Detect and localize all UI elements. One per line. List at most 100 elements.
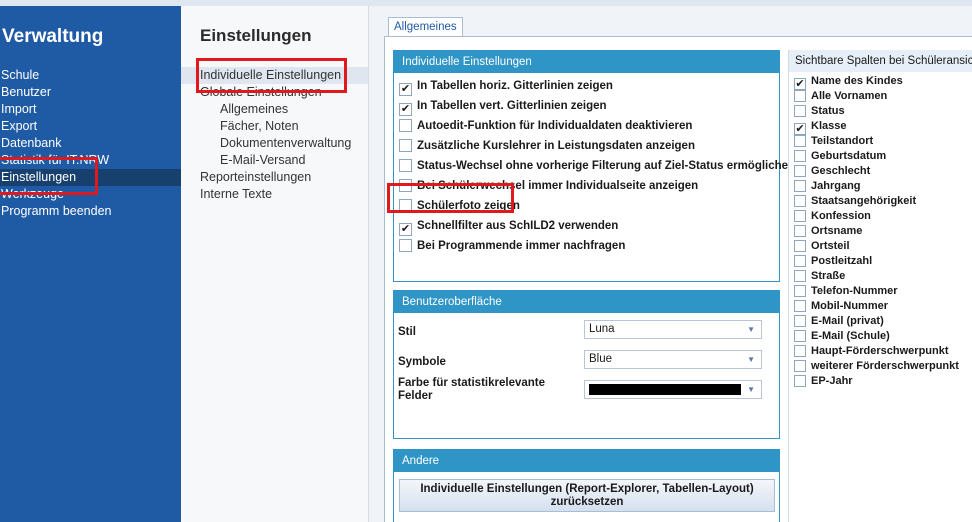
checkbox[interactable]: ✔ xyxy=(399,103,412,116)
checkbox[interactable] xyxy=(399,139,412,152)
individual-option-label: Bei Programmende immer nachfragen xyxy=(417,240,626,252)
checkbox[interactable] xyxy=(794,150,806,162)
symbols-select[interactable]: Blue ▼ xyxy=(584,350,762,369)
settings-item-faecher-noten[interactable]: Fächer, Noten xyxy=(181,118,368,135)
checkbox[interactable] xyxy=(794,165,806,177)
tab-page: Individuelle Einstellungen ✔ In Tabellen … xyxy=(384,36,972,522)
symbols-select-value: Blue xyxy=(589,353,613,365)
sidebar-item-export[interactable]: Export xyxy=(0,118,181,135)
column-option-row[interactable]: Ortsteil xyxy=(794,239,850,254)
checkbox[interactable] xyxy=(794,345,806,357)
checkbox[interactable] xyxy=(399,239,412,252)
column-option-label: Haupt-Förderschwerpunkt xyxy=(811,345,949,357)
column-option-row[interactable]: Straße xyxy=(794,269,845,284)
column-option-label: Alle Vornamen xyxy=(811,90,888,102)
checkbox[interactable] xyxy=(399,119,412,132)
other-group: Andere Individuelle Einstellungen (Repor… xyxy=(393,449,780,522)
column-option-label: Name des Kindes xyxy=(811,75,903,87)
column-option-row[interactable]: EP-Jahr xyxy=(794,374,853,389)
checkbox[interactable] xyxy=(794,210,806,222)
settings-item-dokumentenverwaltung[interactable]: Dokumentenverwaltung xyxy=(181,135,368,152)
column-option-label: Postleitzahl xyxy=(811,255,873,267)
settings-item-email-versand[interactable]: E-Mail-Versand xyxy=(181,152,368,169)
reset-individual-settings-button[interactable]: Individuelle Einstellungen (Report-Explo… xyxy=(399,479,775,512)
checkbox[interactable] xyxy=(794,240,806,252)
column-option-row[interactable]: Haupt-Förderschwerpunkt xyxy=(794,344,949,359)
column-option-row[interactable]: E-Mail (privat) xyxy=(794,314,884,329)
sidebar-item-programm-beenden[interactable]: Programm beenden xyxy=(0,203,181,220)
column-option-row[interactable]: E-Mail (Schule) xyxy=(794,329,890,344)
color-select[interactable]: ▼ xyxy=(584,380,762,399)
checkbox[interactable] xyxy=(794,105,806,117)
column-option-label: Konfession xyxy=(811,210,871,222)
column-option-label: Mobil-Nummer xyxy=(811,300,888,312)
column-option-row[interactable]: Postleitzahl xyxy=(794,254,872,269)
settings-item-allgemeines[interactable]: Allgemeines xyxy=(181,101,368,118)
checkbox[interactable] xyxy=(794,90,806,102)
column-option-label: Straße xyxy=(811,270,846,282)
column-option-row[interactable]: Geschlecht xyxy=(794,164,870,179)
sidebar-item-benutzer[interactable]: Benutzer xyxy=(0,84,181,101)
column-option-row[interactable]: Alle Vornamen xyxy=(794,89,887,104)
checkbox[interactable] xyxy=(794,315,806,327)
check-icon: ✔ xyxy=(400,83,411,95)
sidebar-item-schule[interactable]: Schule xyxy=(0,67,181,84)
column-option-label: Telefon-Nummer xyxy=(811,285,898,297)
column-option-label: E-Mail (privat) xyxy=(811,315,884,327)
individual-settings-header: Individuelle Einstellungen xyxy=(394,51,779,73)
style-select-value: Luna xyxy=(589,323,615,335)
tab-allgemeines[interactable]: Allgemeines xyxy=(388,17,463,37)
checkbox[interactable] xyxy=(399,159,412,172)
sidebar-menu: Schule Benutzer Import Export Datenbank … xyxy=(0,67,181,220)
highlight-box-einstellungen xyxy=(0,157,98,195)
column-option-row[interactable]: Konfession xyxy=(794,209,871,224)
column-option-row[interactable]: Staatsangehörigkeit xyxy=(794,194,916,209)
individual-option-row[interactable]: ✔ In Tabellen horiz. Gitterlinien zeigen xyxy=(399,78,613,96)
checkbox[interactable] xyxy=(794,135,806,147)
column-option-label: Ortsteil xyxy=(811,240,850,252)
visible-columns-list: ✔ Name des Kindes Alle Vornamen Status ✔ Klas… xyxy=(788,72,972,522)
column-option-row[interactable]: ✔ Name des Kindes xyxy=(794,74,903,90)
checkbox[interactable] xyxy=(794,375,806,387)
column-option-row[interactable]: Ortsname xyxy=(794,224,862,239)
individual-option-row[interactable]: Autoedit-Funktion für Individualdaten de… xyxy=(399,118,692,134)
individual-option-row[interactable]: Status-Wechsel ohne vorherige Filterung … xyxy=(399,158,795,174)
chevron-down-icon: ▼ xyxy=(747,355,755,364)
color-swatch xyxy=(589,384,741,395)
checkbox[interactable] xyxy=(794,225,806,237)
sidebar-item-datenbank[interactable]: Datenbank xyxy=(0,135,181,152)
settings-item-reporteinstellungen[interactable]: Reporteinstellungen xyxy=(181,169,368,186)
individual-option-row[interactable]: Bei Programmende immer nachfragen xyxy=(399,238,625,254)
column-option-row[interactable]: Jahrgang xyxy=(794,179,861,194)
checkbox[interactable] xyxy=(794,300,806,312)
column-option-label: Geburtsdatum xyxy=(811,150,887,162)
column-option-row[interactable]: Status xyxy=(794,104,845,119)
checkbox[interactable] xyxy=(794,330,806,342)
column-option-row[interactable]: Teilstandort xyxy=(794,134,873,149)
settings-item-interne-texte[interactable]: Interne Texte xyxy=(181,186,368,203)
checkbox[interactable] xyxy=(794,270,806,282)
content-area: Allgemeines Individuelle Einstellungen ✔… xyxy=(370,6,972,522)
checkbox[interactable] xyxy=(794,195,806,207)
individual-option-row[interactable]: ✔ Schnellfilter aus SchILD2 verwenden xyxy=(399,218,618,236)
sidebar-item-import[interactable]: Import xyxy=(0,101,181,118)
column-option-row[interactable]: Geburtsdatum xyxy=(794,149,886,164)
checkbox[interactable] xyxy=(794,180,806,192)
checkbox[interactable] xyxy=(794,360,806,372)
checkbox[interactable]: ✔ xyxy=(399,83,412,96)
individual-option-label: In Tabellen vert. Gitterlinien zeigen xyxy=(417,100,607,112)
individual-settings-group: Individuelle Einstellungen ✔ In Tabellen … xyxy=(393,50,795,282)
individual-option-row[interactable]: ✔ In Tabellen vert. Gitterlinien zeigen xyxy=(399,98,607,116)
column-option-row[interactable]: Telefon-Nummer xyxy=(794,284,898,299)
individual-option-row[interactable]: Zusätzliche Kurslehrer in Leistungsdaten… xyxy=(399,138,695,154)
column-option-label: Staatsangehörigkeit xyxy=(811,195,917,207)
column-option-row[interactable]: ✔ Klasse xyxy=(794,119,846,135)
symbols-label: Symbole xyxy=(398,356,446,368)
checkbox[interactable]: ✔ xyxy=(399,223,412,236)
column-option-row[interactable]: Mobil-Nummer xyxy=(794,299,888,314)
checkbox[interactable] xyxy=(794,255,806,267)
sidebar-title: Verwaltung xyxy=(2,26,104,47)
style-select[interactable]: Luna ▼ xyxy=(584,320,762,339)
checkbox[interactable] xyxy=(794,285,806,297)
column-option-row[interactable]: weiterer Förderschwerpunkt xyxy=(794,359,959,374)
